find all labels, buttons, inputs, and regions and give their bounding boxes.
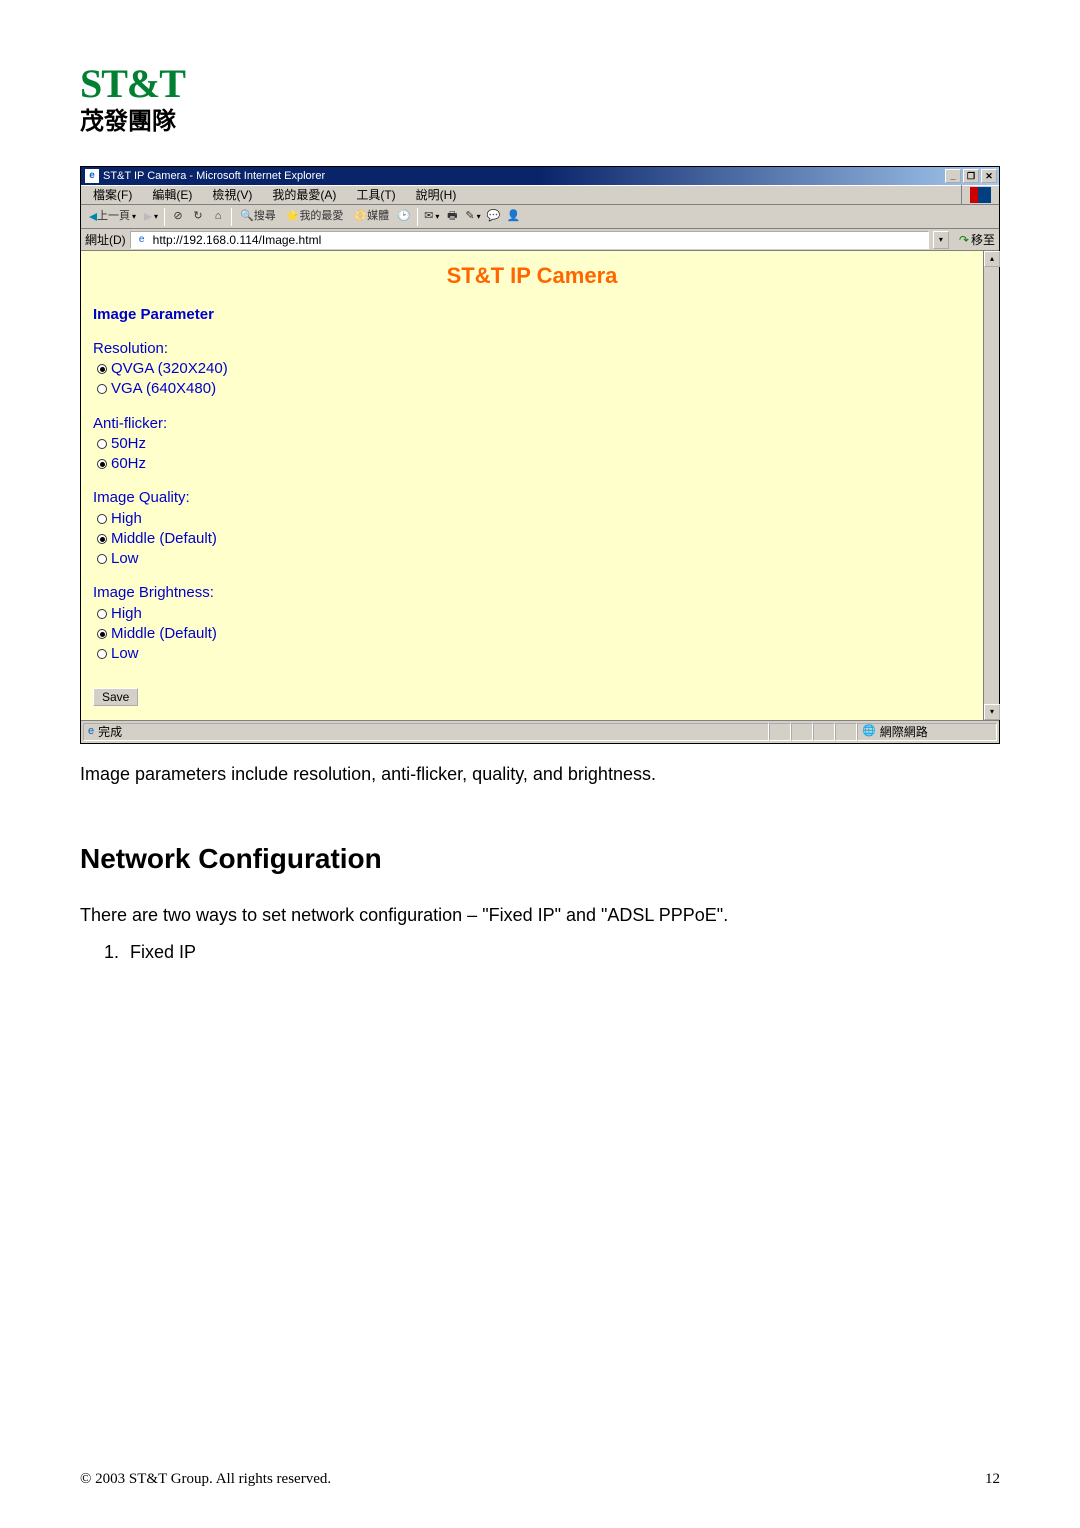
brightness-group: Image Brightness: High Middle (Default) … <box>93 583 971 664</box>
vertical-scrollbar[interactable]: ▴ ▾ <box>983 251 999 720</box>
stop-button[interactable]: ⊘ <box>169 208 187 226</box>
ie-titlebar: e ST&T IP Camera - Microsoft Internet Ex… <box>81 167 999 185</box>
quality-option-high[interactable]: High <box>97 509 971 529</box>
ie-app-icon: e <box>85 169 99 183</box>
menu-favorites[interactable]: 我的最愛(A) <box>264 187 344 203</box>
radio-icon <box>97 554 107 564</box>
brightness-option-high[interactable]: High <box>97 604 971 624</box>
menu-tools[interactable]: 工具(T) <box>348 187 403 203</box>
antiflicker-label: Anti-flicker: <box>93 414 971 434</box>
address-url: http://192.168.0.114/Image.html <box>153 234 322 246</box>
status-pane-4 <box>813 723 835 741</box>
refresh-button[interactable]: ↻ <box>189 208 207 226</box>
radio-icon <box>97 609 107 619</box>
antiflicker-group: Anti-flicker: 50Hz 60Hz <box>93 414 971 475</box>
status-text: 完成 <box>98 726 122 738</box>
page-footer: © 2003 ST&T Group. All rights reserved. … <box>80 1471 1000 1488</box>
screenshot-caption: Image parameters include resolution, ant… <box>80 762 1000 787</box>
antiflicker-option-50hz[interactable]: 50Hz <box>97 434 971 454</box>
page-done-icon: e <box>88 726 94 737</box>
status-main-pane: e 完成 <box>83 723 769 741</box>
address-dropdown[interactable]: ▾ <box>933 231 949 249</box>
brightness-label: Image Brightness: <box>93 583 971 603</box>
home-button[interactable]: ⌂ <box>209 208 227 226</box>
back-arrow-icon <box>89 213 97 221</box>
ie-window-title: ST&T IP Camera - Microsoft Internet Expl… <box>103 171 943 182</box>
radio-icon <box>97 649 107 659</box>
resolution-option-vga[interactable]: VGA (640X480) <box>97 379 971 399</box>
network-config-intro: There are two ways to set network config… <box>80 903 1000 928</box>
status-pane-3 <box>791 723 813 741</box>
logo-brand: ST&T <box>80 60 1000 107</box>
status-pane-2 <box>769 723 791 741</box>
favorites-button[interactable]: ⭐我的最愛 <box>282 208 348 226</box>
resolution-label: Resolution: <box>93 339 971 359</box>
security-zone-pane: 🌐 網際網路 <box>857 723 997 741</box>
close-button[interactable]: ✕ <box>981 169 997 183</box>
minimize-button[interactable]: _ <box>945 169 961 183</box>
save-button[interactable]: Save <box>93 688 138 706</box>
media-button[interactable]: 📀媒體 <box>349 208 393 226</box>
print-button[interactable]: 🖶 <box>443 208 461 226</box>
messenger-button[interactable]: 👤 <box>505 208 523 226</box>
section-heading: Image Parameter <box>93 305 971 325</box>
radio-icon <box>97 629 107 639</box>
radio-icon <box>97 534 107 544</box>
back-button[interactable]: 上一頁▾ <box>85 208 140 226</box>
logo-tagline: 茂發團隊 <box>80 101 1000 136</box>
quality-option-middle[interactable]: Middle (Default) <box>97 529 971 549</box>
radio-icon <box>97 384 107 394</box>
ie-throbber <box>961 185 999 205</box>
quality-group: Image Quality: High Middle (Default) Low <box>93 488 971 569</box>
radio-icon <box>97 514 107 524</box>
ie-address-bar: 網址(D) e http://192.168.0.114/Image.html … <box>81 229 999 251</box>
edit-button[interactable]: ✎▾ <box>463 208 482 226</box>
menu-help[interactable]: 說明(H) <box>408 187 465 203</box>
flag-icon <box>970 187 991 203</box>
forward-arrow-icon <box>144 213 152 221</box>
history-button[interactable]: 🕑 <box>395 208 413 226</box>
scroll-up-button[interactable]: ▴ <box>984 251 1000 267</box>
scroll-down-button[interactable]: ▾ <box>984 704 1000 720</box>
zone-text: 網際網路 <box>880 726 928 738</box>
section-heading-network-config: Network Configuration <box>80 843 1000 875</box>
ie-content-wrap: ST&T IP Camera Image Parameter Resolutio… <box>81 251 999 721</box>
ie-menubar: 檔案(F) 編輯(E) 檢視(V) 我的最愛(A) 工具(T) 說明(H) <box>81 185 999 205</box>
network-config-list: Fixed IP <box>80 942 1000 963</box>
address-input[interactable]: e http://192.168.0.114/Image.html <box>130 231 929 249</box>
page-icon: e <box>135 233 149 247</box>
search-button[interactable]: 🔍搜尋 <box>236 208 280 226</box>
radio-icon <box>97 364 107 374</box>
resolution-group: Resolution: QVGA (320X240) VGA (640X480) <box>93 339 971 400</box>
forward-button[interactable]: ▾ <box>142 208 160 226</box>
globe-icon: 🌐 <box>862 726 876 737</box>
status-pane-5 <box>835 723 857 741</box>
page-title: ST&T IP Camera <box>93 261 971 291</box>
radio-icon <box>97 439 107 449</box>
resolution-option-qvga[interactable]: QVGA (320X240) <box>97 359 971 379</box>
quality-option-low[interactable]: Low <box>97 549 971 569</box>
brightness-option-low[interactable]: Low <box>97 644 971 664</box>
menu-view[interactable]: 檢視(V) <box>204 187 260 203</box>
company-logo: ST&T 茂發團隊 <box>80 60 1000 136</box>
footer-page-number: 12 <box>985 1471 1000 1488</box>
list-item-fixed-ip: Fixed IP <box>124 942 1000 963</box>
address-label: 網址(D) <box>85 234 126 246</box>
ie-statusbar: e 完成 🌐 網際網路 <box>81 721 999 743</box>
antiflicker-option-60hz[interactable]: 60Hz <box>97 454 971 474</box>
mail-button[interactable]: ✉▾ <box>422 208 441 226</box>
brightness-option-middle[interactable]: Middle (Default) <box>97 624 971 644</box>
ie-window-screenshot: e ST&T IP Camera - Microsoft Internet Ex… <box>80 166 1000 744</box>
menu-file[interactable]: 檔案(F) <box>85 187 140 203</box>
discuss-button[interactable]: 💬 <box>485 208 503 226</box>
menu-edit[interactable]: 編輯(E) <box>144 187 200 203</box>
ie-toolbar: 上一頁▾ ▾ ⊘ ↻ ⌂ 🔍搜尋 ⭐我的最愛 📀媒體 🕑 ✉▾ 🖶 ✎▾ 💬 👤 <box>81 205 999 229</box>
footer-copyright: © 2003 ST&T Group. All rights reserved. <box>80 1471 331 1488</box>
quality-label: Image Quality: <box>93 488 971 508</box>
radio-icon <box>97 459 107 469</box>
restore-button[interactable]: ❐ <box>963 169 979 183</box>
go-button[interactable]: 移至 <box>953 234 995 246</box>
scroll-track[interactable] <box>984 267 999 704</box>
browser-page-content: ST&T IP Camera Image Parameter Resolutio… <box>81 251 983 720</box>
